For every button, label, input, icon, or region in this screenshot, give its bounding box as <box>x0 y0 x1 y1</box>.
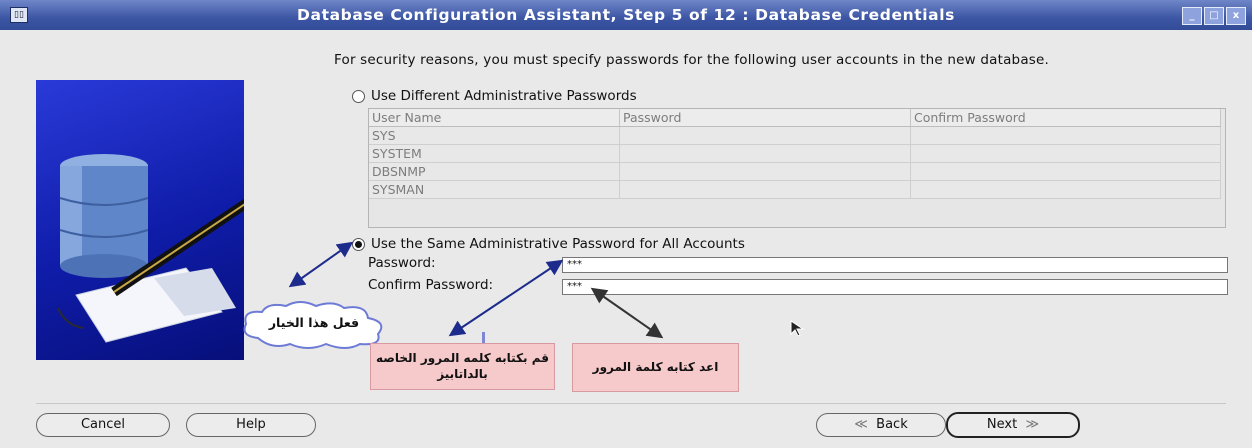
next-label: Next <box>986 417 1018 432</box>
reenter-password-callout: اعد كتابه كلمة المرور <box>572 343 739 392</box>
cancel-button[interactable]: Cancel <box>36 413 170 437</box>
back-button[interactable]: ≪ Back <box>816 413 946 437</box>
back-label: Back <box>876 417 908 432</box>
cloud-annotation: فعل هذا الخيار <box>238 300 390 350</box>
next-button[interactable]: Next ≫ <box>946 412 1080 438</box>
enter-password-callout: قم بكتابه كلمه المرور الخاصه بالداتابيز <box>370 343 555 390</box>
arrow-to-confirm <box>590 287 664 339</box>
next-chevron-icon: ≫ <box>1017 417 1040 432</box>
footer-divider <box>36 403 1226 404</box>
arrow-to-radio <box>288 241 354 288</box>
help-button[interactable]: Help <box>186 413 316 437</box>
back-chevron-icon: ≪ <box>854 417 877 432</box>
arrow-to-password <box>448 259 564 337</box>
mouse-cursor-icon <box>790 320 805 337</box>
cloud-text: فعل هذا الخيار <box>268 315 360 330</box>
